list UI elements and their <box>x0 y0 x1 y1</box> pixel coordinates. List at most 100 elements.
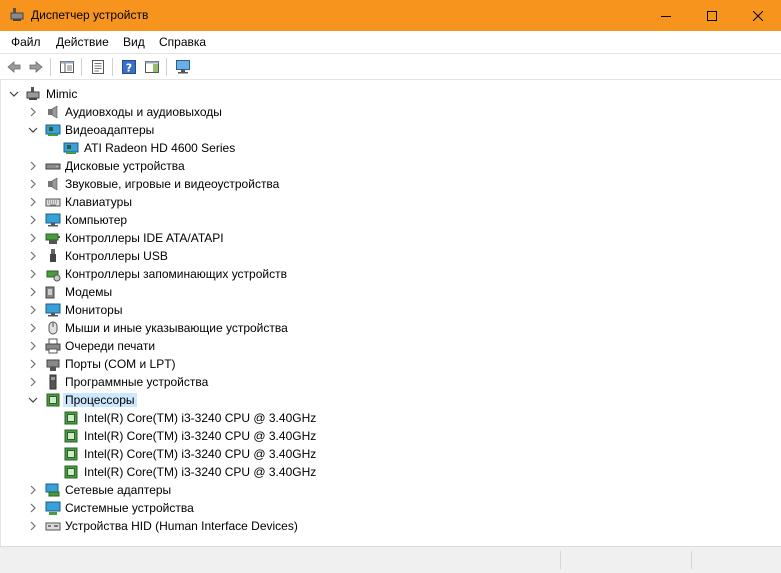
tree-category-item[interactable]: Устройства HID (Human Interface Devices) <box>1 517 780 535</box>
forward-button[interactable] <box>25 56 47 78</box>
toolbar-separator <box>112 58 113 76</box>
back-button[interactable] <box>3 56 25 78</box>
chevron-right-icon[interactable] <box>28 107 38 117</box>
back-arrow-icon <box>7 61 21 73</box>
minimize-icon <box>661 15 671 17</box>
toolbar-separator <box>50 58 51 76</box>
tree-root[interactable]: Mimic <box>1 85 780 103</box>
tree-item-label: Видеоадаптеры <box>65 123 155 137</box>
usb-icon <box>50 249 56 262</box>
tree-device-item[interactable]: Intel(R) Core(TM) i3-3240 CPU @ 3.40GHz <box>1 445 780 463</box>
ide-controller-icon <box>45 233 60 244</box>
status-pane <box>691 551 780 569</box>
status-bar <box>0 546 781 573</box>
tree-category-item[interactable]: Мыши и иные указывающие устройства <box>1 319 780 337</box>
close-button[interactable] <box>735 0 781 31</box>
menu-bar: Файл Действие Вид Справка <box>0 31 781 53</box>
tree-item-label: Мыши и иные указывающие устройства <box>65 321 288 335</box>
tree-item-label: Контроллеры запоминающих устройств <box>65 267 287 281</box>
tree-item-label: Intel(R) Core(TM) i3-3240 CPU @ 3.40GHz <box>84 429 317 443</box>
tree-category-item[interactable]: Процессоры <box>1 391 780 409</box>
network-adapter-icon <box>45 483 60 497</box>
tree-category-item[interactable]: Звуковые, игровые и видеоустройства <box>1 175 780 193</box>
chevron-right-icon[interactable] <box>28 323 38 333</box>
properties-button[interactable] <box>87 56 109 78</box>
device-manager-icon <box>9 7 25 23</box>
chevron-right-icon[interactable] <box>28 233 38 243</box>
scan-hardware-button[interactable] <box>172 56 194 78</box>
tree-item-label: Модемы <box>65 285 113 299</box>
menu-action[interactable]: Действие <box>56 35 109 49</box>
tree-item-label: Компьютер <box>65 213 128 227</box>
tree-category-item[interactable]: Клавиатуры <box>1 193 780 211</box>
tree-root-label: Mimic <box>46 87 78 101</box>
close-icon <box>753 10 763 21</box>
chevron-right-icon[interactable] <box>28 179 38 189</box>
tree-item-label: Сетевые адаптеры <box>65 483 172 497</box>
monitor-icon <box>45 303 61 317</box>
mouse-icon <box>48 321 58 335</box>
software-device-icon <box>49 374 57 390</box>
tree-category-item[interactable]: Дисковые устройства <box>1 157 780 175</box>
properties-icon <box>92 60 104 74</box>
tree-item-label: Intel(R) Core(TM) i3-3240 CPU @ 3.40GHz <box>84 411 317 425</box>
tree-device-item[interactable]: ATI Radeon HD 4600 Series <box>1 139 780 157</box>
tree-item-label: Порты (COM и LPT) <box>65 357 176 371</box>
tree-category-item[interactable]: Компьютер <box>1 211 780 229</box>
tree-category-item[interactable]: Аудиовходы и аудиовыходы <box>1 103 780 121</box>
maximize-button[interactable] <box>689 0 735 31</box>
processor-icon <box>64 447 78 461</box>
tree-item-label: Устройства HID (Human Interface Devices) <box>65 519 298 533</box>
chevron-right-icon[interactable] <box>28 503 38 513</box>
tree-device-item[interactable]: Intel(R) Core(TM) i3-3240 CPU @ 3.40GHz <box>1 427 780 445</box>
tree-item-label: Программные устройства <box>65 375 209 389</box>
tree-category-item[interactable]: Очереди печати <box>1 337 780 355</box>
tree-category-item[interactable]: Контроллеры запоминающих устройств <box>1 265 780 283</box>
tree-item-label: Intel(R) Core(TM) i3-3240 CPU @ 3.40GHz <box>84 447 317 461</box>
chevron-right-icon[interactable] <box>28 269 38 279</box>
chevron-right-icon[interactable] <box>28 485 38 495</box>
chevron-down-icon[interactable] <box>28 395 38 405</box>
menu-file[interactable]: Файл <box>11 35 41 49</box>
menu-help[interactable]: Справка <box>159 35 206 49</box>
show-hide-console-tree-button[interactable] <box>56 56 78 78</box>
help-button[interactable]: ? <box>118 56 140 78</box>
tree-category-item[interactable]: Порты (COM и LPT) <box>1 355 780 373</box>
hid-icon <box>45 522 61 531</box>
chevron-right-icon[interactable] <box>28 305 38 315</box>
svg-text:?: ? <box>126 62 132 75</box>
chevron-down-icon[interactable] <box>9 89 19 99</box>
display-adapter-icon <box>63 142 79 154</box>
title-bar: Диспетчер устройств <box>0 0 781 31</box>
chevron-right-icon[interactable] <box>28 377 38 387</box>
tree-category-item[interactable]: Контроллеры IDE ATA/ATAPI <box>1 229 780 247</box>
tree-category-item[interactable]: Программные устройства <box>1 373 780 391</box>
disk-drive-icon <box>45 163 61 170</box>
chevron-right-icon[interactable] <box>28 341 38 351</box>
tree-category-item[interactable]: Мониторы <box>1 301 780 319</box>
device-tree[interactable]: Mimic Аудиовходы и аудиовыходы Видеоадапт… <box>0 80 780 546</box>
tree-category-item[interactable]: Сетевые адаптеры <box>1 481 780 499</box>
toolbar-separator <box>166 58 167 76</box>
chevron-right-icon[interactable] <box>28 359 38 369</box>
tree-category-item[interactable]: Системные устройства <box>1 499 780 517</box>
chevron-right-icon[interactable] <box>28 521 38 531</box>
menu-view[interactable]: Вид <box>123 35 145 49</box>
chevron-right-icon[interactable] <box>28 287 38 297</box>
minimize-button[interactable] <box>643 0 689 31</box>
action-pane-button[interactable] <box>141 56 163 78</box>
tree-category-item[interactable]: Модемы <box>1 283 780 301</box>
chevron-right-icon[interactable] <box>28 197 38 207</box>
status-pane <box>560 551 691 569</box>
chevron-right-icon[interactable] <box>28 251 38 261</box>
chevron-right-icon[interactable] <box>28 161 38 171</box>
chevron-right-icon[interactable] <box>28 215 38 225</box>
tree-item-label: Системные устройства <box>65 501 194 515</box>
tree-category-item[interactable]: Видеоадаптеры <box>1 121 780 139</box>
chevron-down-icon[interactable] <box>28 125 38 135</box>
tree-device-item[interactable]: Intel(R) Core(TM) i3-3240 CPU @ 3.40GHz <box>1 409 780 427</box>
tree-category-item[interactable]: Контроллеры USB <box>1 247 780 265</box>
tree-item-label: Контроллеры IDE ATA/ATAPI <box>65 231 224 245</box>
tree-device-item[interactable]: Intel(R) Core(TM) i3-3240 CPU @ 3.40GHz <box>1 463 780 481</box>
modem-icon <box>45 286 55 299</box>
